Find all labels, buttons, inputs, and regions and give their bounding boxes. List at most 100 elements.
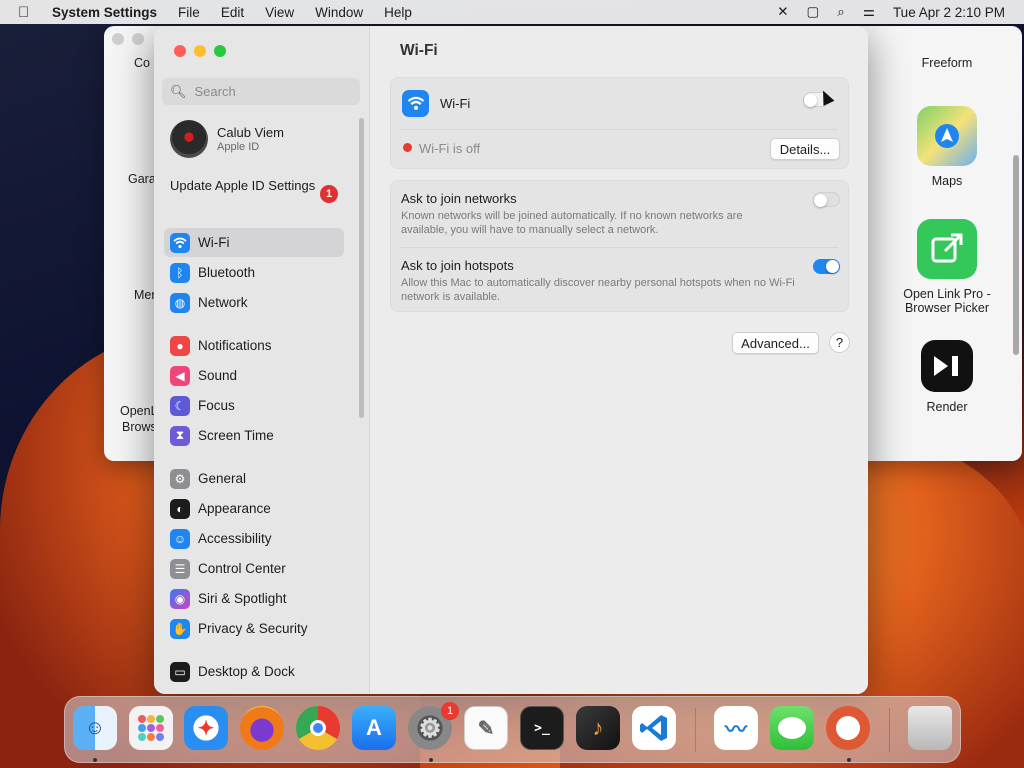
search-icon[interactable]: ⌕: [837, 4, 845, 20]
details-button[interactable]: Details...: [770, 138, 840, 160]
sidebar-item-general[interactable]: ⚙ General: [164, 464, 344, 493]
sidebar-item-label: Accessibility: [198, 531, 272, 546]
sidebar-item-control-center[interactable]: ☰ Control Center: [164, 554, 344, 583]
minimize-button[interactable]: [194, 45, 206, 57]
sidebar-item-notifications[interactable]: ● Notifications: [164, 331, 344, 360]
open-link-pro-icon: [917, 219, 977, 279]
search-field[interactable]: 🔍︎ Search: [162, 78, 360, 105]
sidebar-item-label: Focus: [198, 398, 235, 413]
hourglass-icon: ⧗: [170, 425, 190, 446]
terminal-icon[interactable]: >_: [520, 706, 564, 750]
user-subtitle: Apple ID: [217, 141, 260, 153]
sidebar-item-wifi[interactable]: Wi-Fi: [164, 228, 344, 257]
sidebar-item-privacy-security[interactable]: ✋ Privacy & Security: [164, 614, 344, 643]
sidebar-item-label: Control Center: [198, 561, 286, 576]
duckduckgo-icon[interactable]: [826, 706, 870, 750]
ask-hotspots-desc: Allow this Mac to automatically discover…: [401, 277, 795, 303]
window-icon[interactable]: ▢: [807, 4, 820, 20]
sidebar-item-siri-spotlight[interactable]: ◉ Siri & Spotlight: [164, 584, 344, 613]
app-maps[interactable]: Maps: [904, 106, 990, 188]
sidebar-item-appearance[interactable]: ◐ Appearance: [164, 494, 344, 523]
sidebar-item-sound[interactable]: ◀ Sound: [164, 361, 344, 390]
firefox-icon[interactable]: [240, 706, 284, 750]
sidebar-item-screen-time[interactable]: ⧗ Screen Time: [164, 421, 344, 450]
bg-label: Brows: [122, 420, 157, 434]
apple-id-row[interactable]: Calub Viem Apple ID: [170, 120, 284, 158]
app-store-icon[interactable]: A: [352, 706, 396, 750]
trash-icon[interactable]: [908, 706, 952, 750]
wifi-label: Wi-Fi: [440, 96, 471, 111]
vscode-icon[interactable]: [632, 706, 676, 750]
wifi-icon: [170, 232, 190, 253]
render-icon: [921, 340, 973, 392]
apple-menu-icon[interactable]: : [18, 4, 36, 21]
advanced-button[interactable]: Advanced...: [732, 332, 819, 354]
update-badge: 1: [320, 185, 338, 203]
close-x-icon[interactable]: ✕: [777, 4, 788, 20]
content-pane: Wi-Fi Wi-Fi Wi-Fi is off Details... Ask …: [371, 26, 868, 694]
app-label: Freeform: [921, 56, 973, 70]
bg-label: Gara: [128, 172, 156, 186]
gear-icon: ⚙: [170, 468, 190, 489]
sidebar-item-label: Notifications: [198, 338, 272, 353]
sidebar-item-label: Appearance: [198, 501, 271, 516]
ask-networks-title: Ask to join networks: [401, 191, 517, 206]
menu-edit[interactable]: Edit: [221, 5, 244, 20]
moon-icon: ☾: [170, 395, 190, 416]
textedit-icon[interactable]: ✎: [464, 706, 508, 750]
wifi-card: Wi-Fi Wi-Fi is off Details...: [390, 77, 849, 169]
sidebar-item-accessibility[interactable]: ☺ Accessibility: [164, 524, 344, 553]
freeform-icon[interactable]: 〰: [714, 706, 758, 750]
menu-window[interactable]: Window: [315, 5, 363, 20]
menu-file[interactable]: File: [178, 5, 200, 20]
app-open-link-pro[interactable]: Open Link Pro - Browser Picker: [894, 219, 1000, 315]
sidebar-item-desktop-dock[interactable]: ▭ Desktop & Dock: [164, 657, 344, 686]
ask-hotspots-toggle[interactable]: [813, 259, 840, 274]
sidebar-item-label: Desktop & Dock: [198, 664, 295, 679]
sidebar-item-label: Siri & Spotlight: [198, 591, 287, 606]
update-apple-id-link[interactable]: Update Apple ID Settings: [170, 178, 338, 194]
menu-view[interactable]: View: [265, 5, 294, 20]
close-button[interactable]: [174, 45, 186, 57]
ask-networks-desc: Known networks will be joined automatica…: [401, 210, 743, 236]
window-minimize-button[interactable]: [132, 33, 144, 45]
app-label: Render: [926, 400, 968, 414]
control-center-icon[interactable]: ⚌: [863, 4, 875, 20]
globe-icon: ◍: [170, 292, 190, 313]
app-label: Open Link Pro -: [903, 287, 991, 301]
sidebar-scrollbar[interactable]: [359, 118, 364, 418]
menu-bar:  System Settings File Edit View Window …: [0, 0, 1024, 24]
menu-help[interactable]: Help: [384, 5, 412, 20]
sidebar-item-focus[interactable]: ☾ Focus: [164, 391, 344, 420]
sidebar: 🔍︎ Search Calub Viem Apple ID Update App…: [154, 26, 370, 694]
ask-networks-toggle[interactable]: [813, 192, 840, 207]
chrome-icon[interactable]: [296, 706, 340, 750]
sidebar-item-bluetooth[interactable]: ᛒ Bluetooth: [164, 258, 344, 287]
menu-clock[interactable]: Tue Apr 2 2:10 PM: [893, 5, 1005, 20]
sidebar-item-network[interactable]: ◍ Network: [164, 288, 344, 317]
help-button[interactable]: ?: [829, 332, 850, 353]
app-freeform[interactable]: Freeform: [904, 56, 990, 70]
bg-label: Co: [134, 56, 150, 70]
garageband-icon[interactable]: ♪: [576, 706, 620, 750]
finder-icon[interactable]: ☺: [73, 706, 117, 750]
safari-icon[interactable]: ✦: [184, 706, 228, 750]
avatar: [170, 120, 208, 158]
sidebar-item-label: Privacy & Security: [198, 621, 308, 636]
bell-icon: ●: [170, 335, 190, 356]
sidebar-item-label: Screen Time: [198, 428, 274, 443]
system-settings-window: 🔍︎ Search Calub Viem Apple ID Update App…: [154, 26, 868, 694]
maps-icon: [917, 106, 977, 166]
zoom-button[interactable]: [214, 45, 226, 57]
background-scrollbar[interactable]: [1013, 155, 1019, 355]
bg-label: OpenL: [120, 404, 158, 418]
ask-hotspots-title: Ask to join hotspots: [401, 258, 514, 273]
search-icon: 🔍︎: [170, 83, 187, 99]
ask-card: Ask to join networks Known networks will…: [390, 180, 849, 312]
app-render[interactable]: Render: [904, 340, 990, 414]
window-close-button[interactable]: [112, 33, 124, 45]
messages-icon[interactable]: [770, 706, 814, 750]
menu-app-name[interactable]: System Settings: [52, 5, 157, 20]
launchpad-icon[interactable]: [129, 706, 173, 750]
wifi-icon: [402, 90, 429, 117]
